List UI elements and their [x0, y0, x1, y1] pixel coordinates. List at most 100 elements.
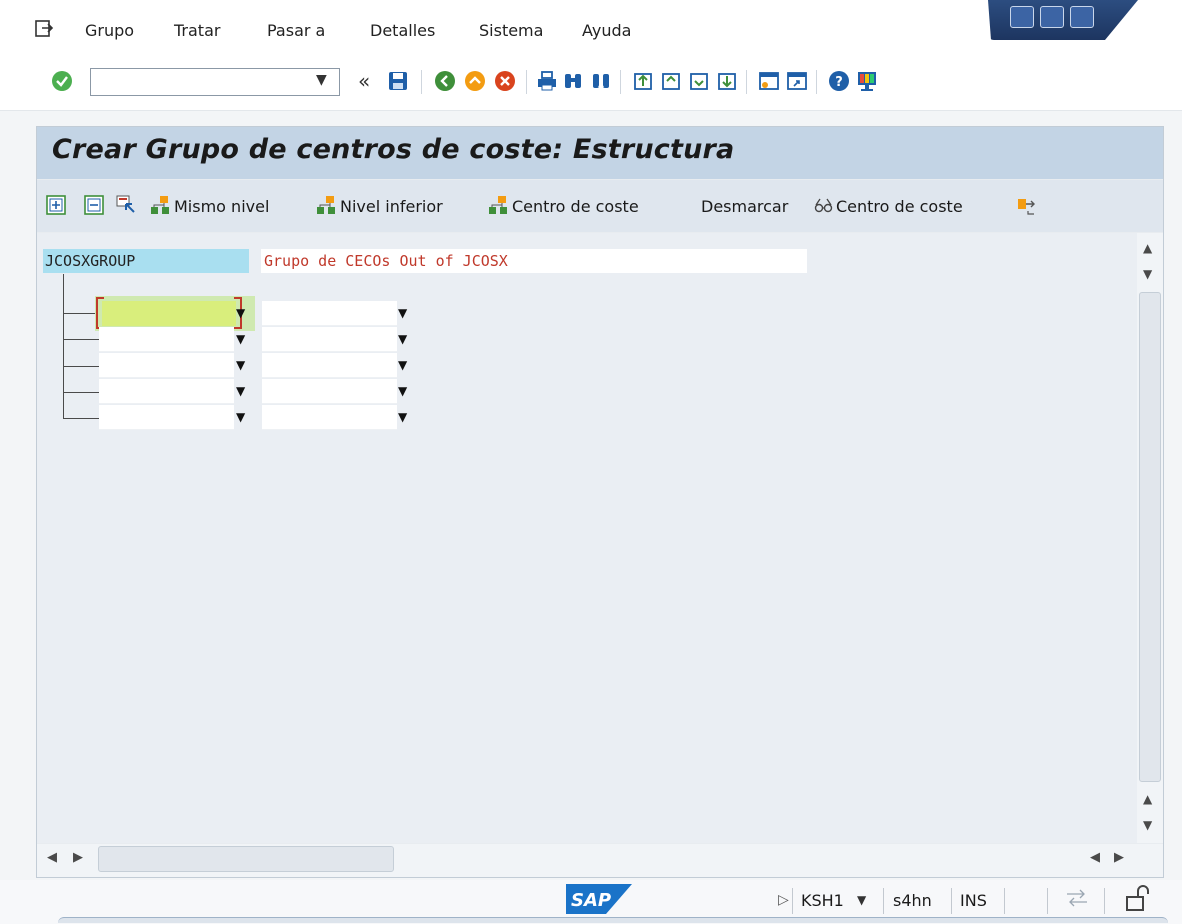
status-expand-icon[interactable]: ▷: [778, 892, 789, 908]
toolbar-separator: [620, 70, 621, 94]
toolbar-separator: [421, 70, 422, 94]
insert-mode[interactable]: INS: [960, 891, 987, 910]
customize-layout-icon[interactable]: [856, 70, 878, 92]
child-key-input[interactable]: [96, 297, 242, 329]
toolbar-separator: [816, 70, 817, 94]
unlock-icon[interactable]: [1124, 884, 1150, 916]
child-description-input[interactable]: [262, 353, 397, 378]
last-page-icon[interactable]: [716, 70, 738, 92]
status-separator: [883, 888, 884, 914]
new-session-icon[interactable]: [758, 70, 780, 92]
scroll-page-left-icon[interactable]: ◀: [1090, 850, 1100, 865]
child-description-input[interactable]: [262, 301, 397, 326]
key-dropdown-icon[interactable]: ▼: [236, 405, 245, 430]
close-window-icon[interactable]: [1070, 6, 1094, 28]
status-separator: [1047, 888, 1048, 914]
scroll-up-icon[interactable]: ▲: [1143, 241, 1152, 255]
child-key-input[interactable]: [99, 327, 234, 352]
sap-logo: SAP: [566, 884, 632, 914]
first-page-icon[interactable]: [632, 70, 654, 92]
hierarchy-lower-level-icon[interactable]: [316, 195, 336, 215]
root-group-description[interactable]: Grupo de CECOs Out of JCOSX: [261, 249, 807, 273]
select-icon[interactable]: [116, 195, 136, 215]
cost-center-button[interactable]: Centro de coste: [512, 197, 639, 216]
menu-sistema[interactable]: Sistema: [479, 21, 543, 40]
window-bottom-edge: [58, 917, 1168, 923]
toolbar-separator: [746, 70, 747, 94]
key-dropdown-icon[interactable]: ▼: [236, 353, 245, 378]
scroll-page-down-icon[interactable]: ▼: [1143, 818, 1152, 832]
key-dropdown-icon[interactable]: ▼: [236, 327, 245, 352]
child-key-input[interactable]: [99, 353, 234, 378]
description-dropdown-icon[interactable]: ▼: [398, 301, 407, 326]
description-dropdown-icon[interactable]: ▼: [398, 379, 407, 404]
unmark-button[interactable]: Desmarcar: [701, 197, 788, 216]
description-dropdown-icon[interactable]: ▼: [398, 327, 407, 352]
tab-indicator-icon: [1064, 886, 1090, 914]
root-group-key[interactable]: JCOSXGROUP: [43, 249, 249, 273]
menu-detalles[interactable]: Detalles: [370, 21, 435, 40]
command-field[interactable]: [90, 68, 340, 96]
hierarchy-cost-center-icon[interactable]: [488, 195, 508, 215]
child-key-input[interactable]: [99, 379, 234, 404]
transaction-code[interactable]: KSH1: [801, 891, 844, 910]
key-dropdown-icon[interactable]: ▼: [236, 301, 245, 326]
find-next-icon[interactable]: +: [590, 70, 612, 92]
horizontal-scroll-thumb[interactable]: [98, 846, 394, 872]
tree-branch: [63, 392, 99, 393]
tree-branch: [63, 339, 99, 340]
display-cost-center-button[interactable]: Centro de coste: [836, 197, 963, 216]
same-level-button[interactable]: Mismo nivel: [174, 197, 269, 216]
scroll-page-up-icon[interactable]: ▲: [1143, 792, 1152, 806]
expand-subtree-icon[interactable]: [46, 195, 66, 215]
tree-connector-line: [63, 274, 64, 419]
transfer-icon[interactable]: [1016, 195, 1036, 215]
page-title: Crear Grupo de centros de coste: Estruct…: [52, 134, 735, 165]
tree-branch: [63, 418, 99, 419]
svg-text:+: +: [597, 82, 605, 92]
menu-grupo[interactable]: Grupo: [85, 21, 134, 40]
lower-level-button[interactable]: Nivel inferior: [340, 197, 443, 216]
scroll-down-icon[interactable]: ▼: [1143, 267, 1152, 281]
shortcut-icon[interactable]: [786, 70, 808, 92]
status-separator: [951, 888, 952, 914]
command-dropdown-icon[interactable]: ▼: [316, 72, 327, 88]
hierarchy-same-level-icon[interactable]: [150, 195, 170, 215]
description-dropdown-icon[interactable]: ▼: [398, 405, 407, 430]
status-separator: [1004, 888, 1005, 914]
maximize-icon[interactable]: [1040, 6, 1064, 28]
key-dropdown-icon[interactable]: ▼: [236, 379, 245, 404]
menu-pasar-a[interactable]: Pasar a: [267, 21, 325, 40]
help-icon[interactable]: ?: [828, 70, 850, 92]
child-description-input[interactable]: [262, 327, 397, 352]
print-icon[interactable]: [536, 70, 558, 92]
child-description-input[interactable]: [262, 405, 397, 430]
scroll-right-icon[interactable]: ▶: [73, 850, 83, 865]
previous-page-icon[interactable]: [660, 70, 682, 92]
status-separator: [1104, 888, 1105, 914]
child-key-input[interactable]: [99, 405, 234, 430]
svg-text:SAP: SAP: [571, 890, 611, 911]
minimize-icon[interactable]: [1010, 6, 1034, 28]
find-icon[interactable]: [562, 70, 584, 92]
next-page-icon[interactable]: [688, 70, 710, 92]
menu-ayuda[interactable]: Ayuda: [582, 21, 631, 40]
back-icon[interactable]: [434, 70, 456, 92]
collapse-command-icon[interactable]: «: [358, 69, 370, 93]
description-dropdown-icon[interactable]: ▼: [398, 353, 407, 378]
enter-check-icon[interactable]: [51, 70, 73, 92]
collapse-subtree-icon[interactable]: [84, 195, 104, 215]
scroll-left-icon[interactable]: ◀: [47, 850, 57, 865]
save-icon[interactable]: [387, 70, 409, 92]
toolbar-separator: [526, 70, 527, 94]
scroll-page-right-icon[interactable]: ▶: [1114, 850, 1124, 865]
glasses-display-icon[interactable]: [814, 195, 834, 215]
child-description-input[interactable]: [262, 379, 397, 404]
system-name: s4hn: [893, 891, 932, 910]
cancel-icon[interactable]: [494, 70, 516, 92]
exit-menu-icon[interactable]: [34, 19, 54, 39]
menu-tratar[interactable]: Tratar: [174, 21, 220, 40]
transaction-dropdown-icon[interactable]: ▼: [857, 893, 866, 907]
exit-icon[interactable]: [464, 70, 486, 92]
vertical-scroll-thumb[interactable]: [1139, 292, 1161, 782]
